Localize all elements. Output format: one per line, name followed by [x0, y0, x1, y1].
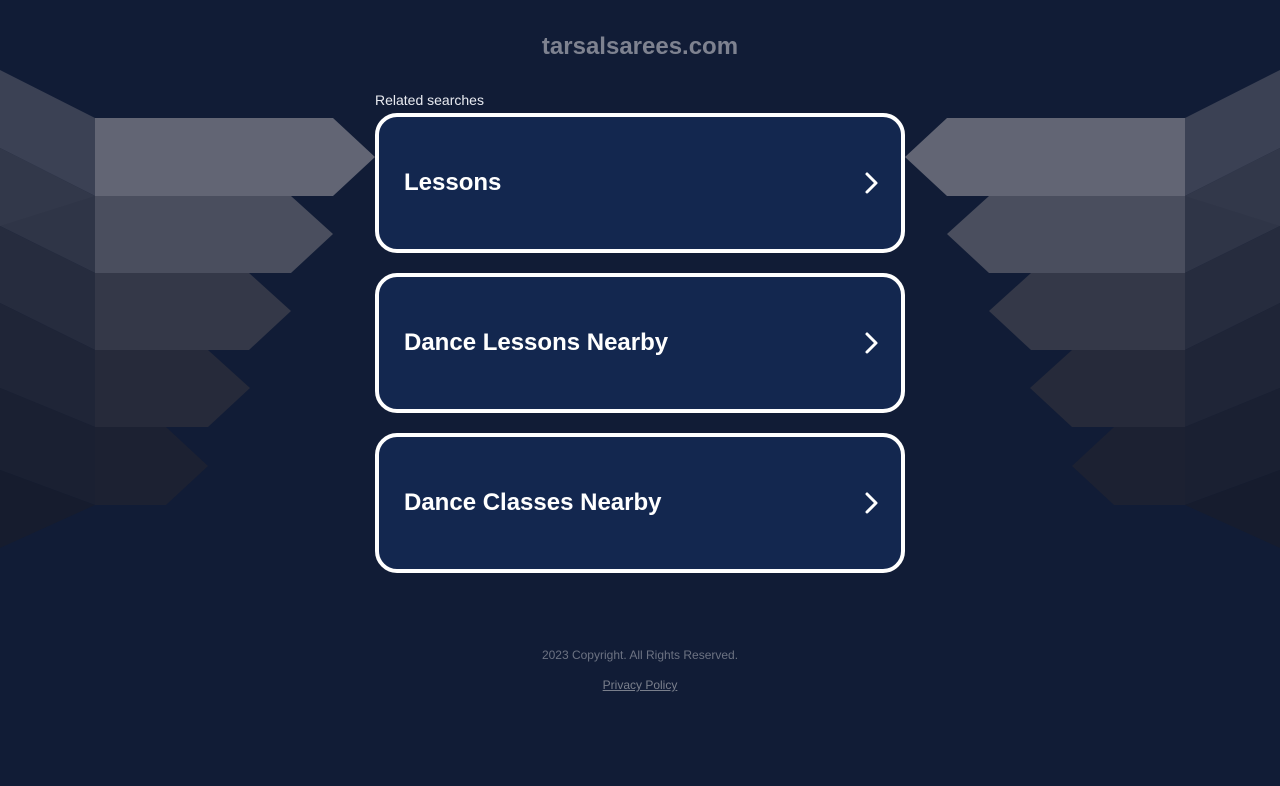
left-wing-decoration	[0, 70, 375, 548]
privacy-policy-link[interactable]: Privacy Policy	[603, 677, 678, 693]
related-search-dance-lessons-nearby[interactable]: Dance Lessons Nearby	[375, 273, 905, 413]
related-search-label: Dance Classes Nearby	[404, 489, 662, 516]
related-search-lessons[interactable]: Lessons	[375, 113, 905, 253]
chevron-right-icon	[865, 332, 878, 354]
related-searches-heading: Related searches	[375, 92, 484, 108]
right-wing-decoration	[905, 70, 1280, 548]
chevron-right-icon	[865, 492, 878, 514]
site-title: tarsalsarees.com	[541, 33, 739, 60]
related-search-dance-classes-nearby[interactable]: Dance Classes Nearby	[375, 433, 905, 573]
copyright-text: 2023 Copyright. All Rights Reserved.	[541, 648, 739, 662]
chevron-right-icon	[865, 172, 878, 194]
related-search-label: Dance Lessons Nearby	[404, 329, 669, 356]
related-searches-list: Lessons Dance Lessons Nearby Dance Class…	[375, 113, 905, 593]
footer: 2023 Copyright. All Rights Reserved. Pri…	[0, 647, 1280, 694]
page: tarsalsarees.com Related searches Lesson…	[0, 0, 1280, 786]
related-search-label: Lessons	[404, 169, 502, 196]
